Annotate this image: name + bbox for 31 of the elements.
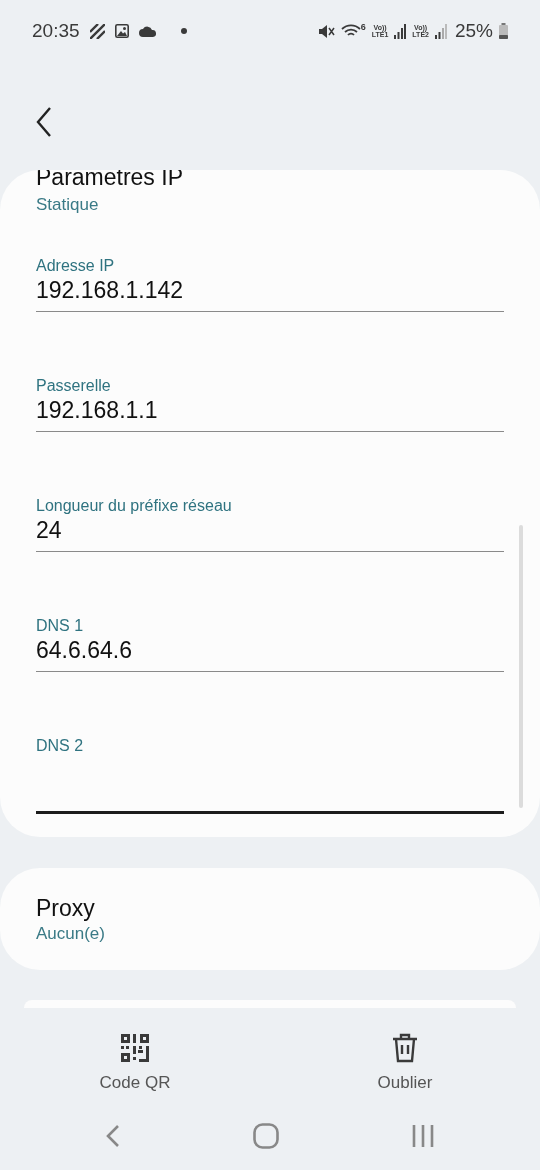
text-field[interactable]: 24 xyxy=(36,516,504,552)
clock: 20:35 xyxy=(32,18,80,43)
battery-icon xyxy=(499,23,508,39)
image-icon xyxy=(114,24,129,38)
field-label: DNS 1 xyxy=(36,616,85,636)
back-icon[interactable] xyxy=(106,1124,121,1148)
wifi-activity-label: 6 xyxy=(360,22,366,32)
mute-icon xyxy=(318,23,335,39)
toolbar-button[interactable]: Oublier xyxy=(270,1021,540,1101)
home-icon[interactable] xyxy=(253,1123,279,1149)
proxy-title: Proxy xyxy=(36,894,96,923)
text-field[interactable]: 192.168.1.142 xyxy=(36,276,504,312)
qr-code-icon xyxy=(121,1034,149,1062)
proxy-card[interactable]: Proxy Aucun(e) xyxy=(0,868,540,970)
field-label: Passerelle xyxy=(36,376,112,396)
field-label: Longueur du préfixe réseau xyxy=(36,496,233,516)
recent-apps-icon[interactable] xyxy=(411,1124,434,1148)
section-value[interactable]: Statique xyxy=(36,194,504,216)
trash-icon xyxy=(392,1033,418,1063)
proxy-value: Aucun(e) xyxy=(36,923,106,945)
section-title: Parametres IP xyxy=(36,170,184,192)
signal-icon xyxy=(434,23,447,39)
stripes-icon xyxy=(89,23,105,39)
toolbar-button[interactable]: Code QR xyxy=(0,1021,270,1101)
text-field[interactable]: 64.6.64.6 xyxy=(36,636,504,672)
cloud-icon xyxy=(138,25,157,37)
text-field[interactable]: 192.168.1.1 xyxy=(36,396,504,432)
battery-percent: 25% xyxy=(454,18,493,43)
signal-icon xyxy=(394,23,407,39)
field-label: Adresse IP xyxy=(36,256,116,276)
field-label: DNS 2 xyxy=(36,736,85,756)
